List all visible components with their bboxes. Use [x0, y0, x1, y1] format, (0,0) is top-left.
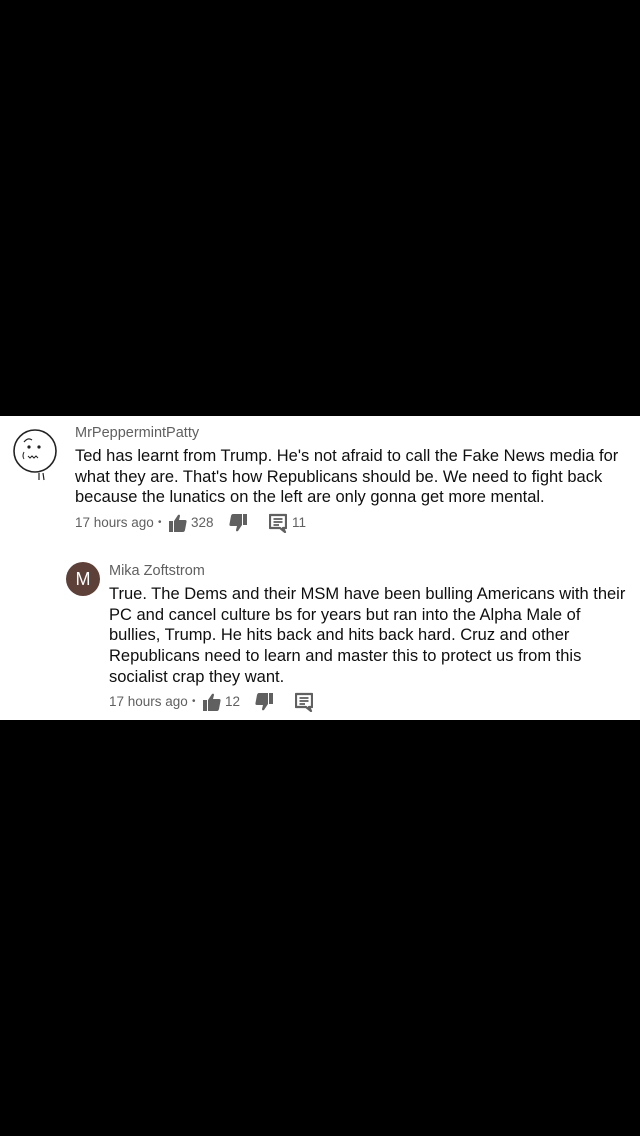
reply-count[interactable]: 11: [292, 513, 306, 533]
comment-timestamp: 17 hours ago: [109, 694, 188, 709]
comment-icon[interactable]: [295, 692, 313, 712]
doodle-avatar-icon: [13, 429, 57, 481]
avatar[interactable]: [10, 428, 66, 484]
comment-icon[interactable]: [269, 513, 287, 533]
thumbs-down-icon[interactable]: [255, 692, 273, 712]
thumbs-down-icon[interactable]: [229, 513, 247, 533]
avatar[interactable]: M: [66, 562, 100, 596]
thumbs-up-icon[interactable]: [169, 513, 187, 533]
separator-dot: •: [192, 696, 196, 707]
thumbs-up-icon[interactable]: [203, 692, 221, 712]
like-count: 328: [191, 515, 214, 530]
comment-text: Ted has learnt from Trump. He's not afra…: [75, 447, 619, 507]
comment-author[interactable]: Mika Zoftstrom: [109, 563, 205, 579]
comment-timestamp: 17 hours ago: [75, 515, 154, 530]
comment-author[interactable]: MrPeppermintPatty: [75, 425, 199, 441]
comment-text: True. The Dems and their MSM have been b…: [109, 585, 626, 686]
comments-panel: MrPeppermintPatty Ted has learnt from Tr…: [0, 416, 640, 720]
separator-dot: •: [158, 517, 162, 528]
like-count: 12: [225, 694, 241, 709]
